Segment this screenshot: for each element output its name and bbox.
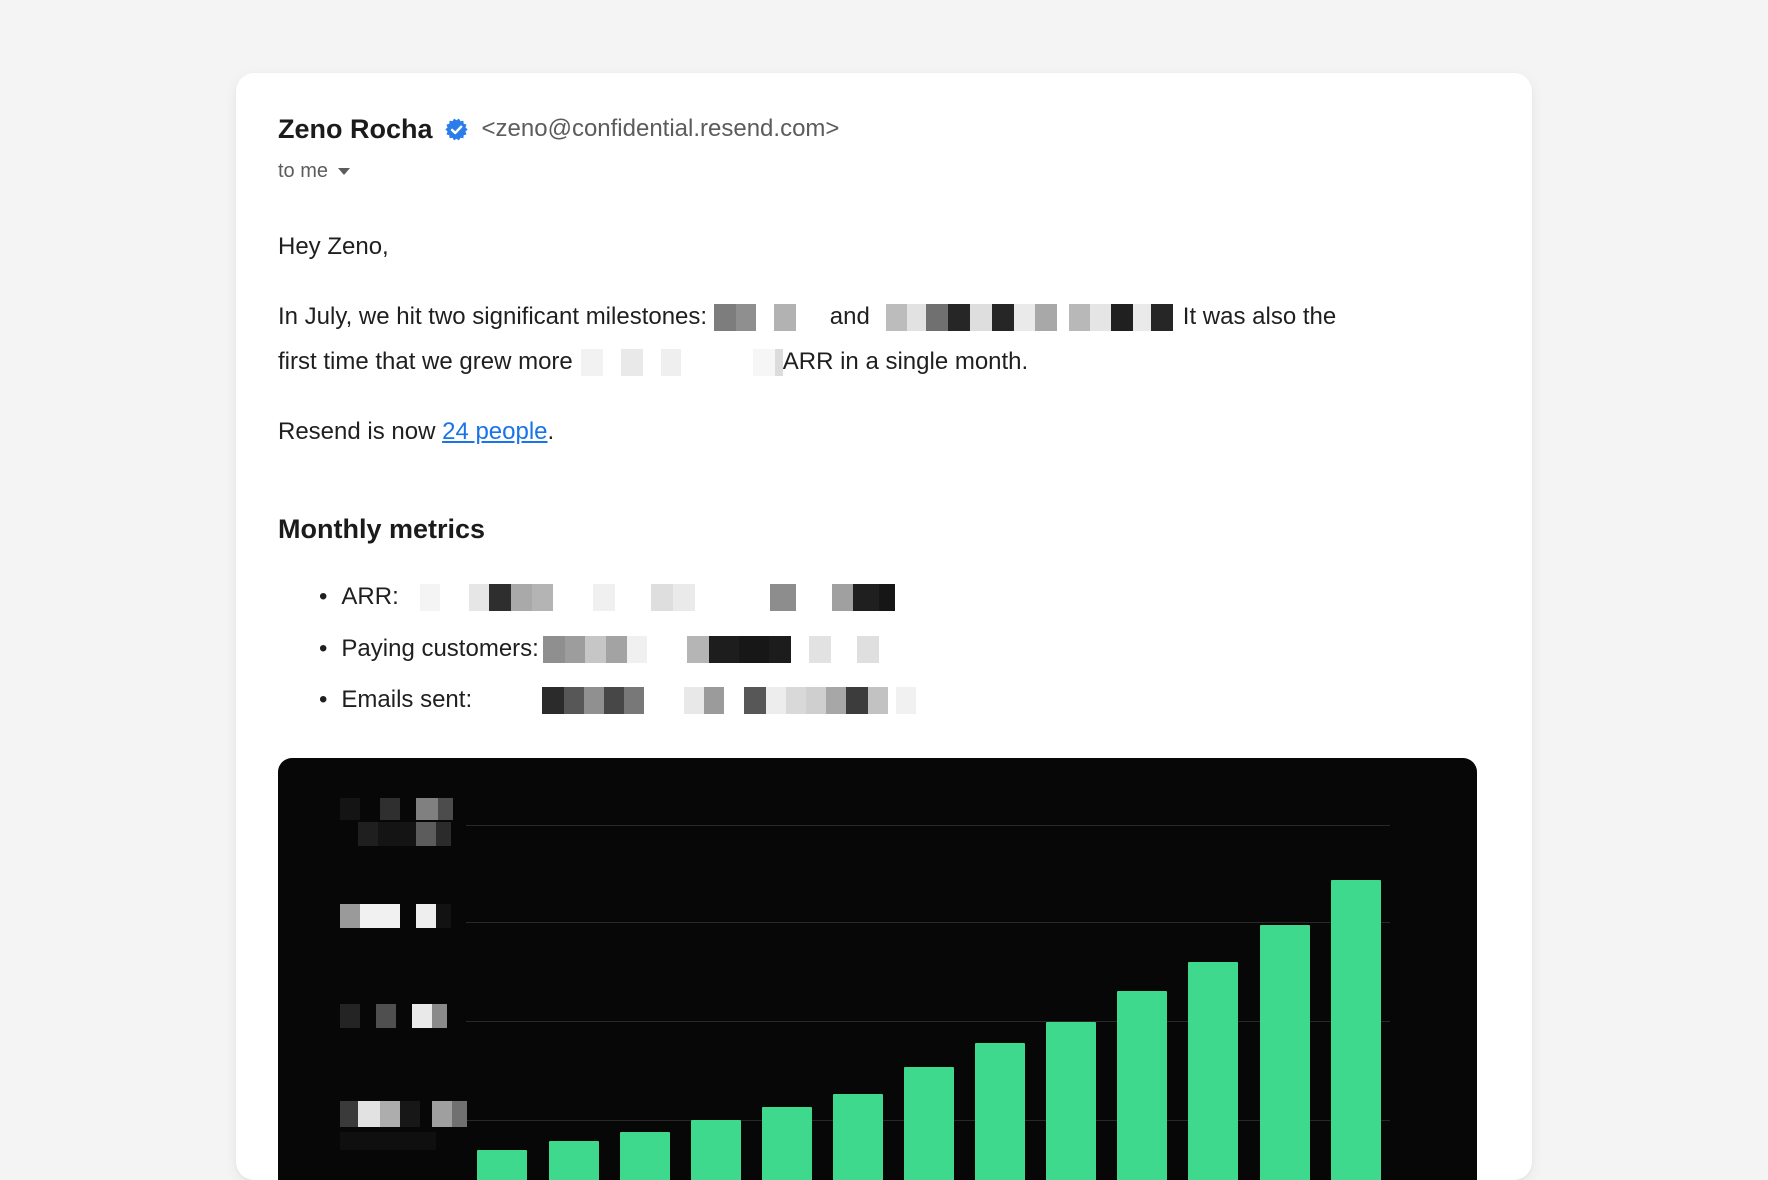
chart-bar xyxy=(1046,1022,1096,1180)
verified-badge-icon xyxy=(445,118,468,141)
metric-item-emails-sent: • Emails sent: xyxy=(319,684,916,716)
chart-bar xyxy=(1188,962,1238,1180)
body-text: first time that we grew more xyxy=(278,348,573,376)
redacted-text-block xyxy=(472,687,916,714)
chart-gridline xyxy=(466,1021,1390,1022)
redacted-axis-label xyxy=(340,1132,436,1150)
chart-bar xyxy=(549,1141,599,1180)
sender-name: Zeno Rocha xyxy=(278,114,433,145)
metric-item-arr: • ARR: xyxy=(319,581,895,613)
bullet-icon: • xyxy=(319,583,327,611)
chart-bar xyxy=(833,1094,883,1180)
metrics-heading: Monthly metrics xyxy=(278,513,485,545)
metric-label: Emails sent: xyxy=(341,686,472,714)
paragraph-line-1: In July, we hit two significant mileston… xyxy=(278,301,1336,333)
redacted-axis-label xyxy=(340,798,453,820)
chart-bar xyxy=(1260,925,1310,1180)
greeting-text: Hey Zeno, xyxy=(278,231,389,263)
paragraph-2: Resend is now 24 people. xyxy=(278,416,554,448)
people-count-link[interactable]: 24 people xyxy=(442,418,547,446)
body-text: ARR in a single month. xyxy=(783,348,1028,376)
metric-label: ARR: xyxy=(341,583,398,611)
chart-bar xyxy=(1117,991,1167,1180)
redacted-axis-label xyxy=(340,1101,467,1127)
redacted-text-block xyxy=(409,584,895,611)
recipient-label: to me xyxy=(278,160,328,183)
bullet-icon: • xyxy=(319,635,327,663)
chart-bar xyxy=(1331,880,1381,1180)
redacted-axis-label xyxy=(340,904,451,928)
metric-label: Paying customers: xyxy=(341,635,538,663)
body-text: and xyxy=(830,303,870,331)
chart-bar xyxy=(691,1120,741,1180)
body-text: It was also the xyxy=(1183,303,1336,331)
chart-bar xyxy=(975,1043,1025,1180)
recipient-row[interactable]: to me xyxy=(278,157,350,185)
bullet-icon: • xyxy=(319,686,327,714)
chart-bar xyxy=(477,1150,527,1180)
body-text: Resend is now xyxy=(278,418,442,446)
redacted-text-block xyxy=(714,304,796,331)
redacted-axis-label xyxy=(358,822,451,846)
redacted-text-block xyxy=(539,636,879,663)
sender-row: Zeno Rocha <zeno@confidential.resend.com… xyxy=(278,109,839,149)
body-text: In July, we hit two significant mileston… xyxy=(278,303,714,331)
redacted-text-block xyxy=(573,349,783,376)
body-text: . xyxy=(548,418,555,446)
metric-item-paying-customers: • Paying customers: xyxy=(319,633,879,665)
chart-bar xyxy=(762,1107,812,1180)
chart-bar xyxy=(620,1132,670,1180)
chevron-down-icon[interactable] xyxy=(338,168,350,175)
paragraph-line-2: first time that we grew more ARR in a si… xyxy=(278,346,1028,378)
bar-chart-panel xyxy=(278,758,1477,1180)
sender-address: <zeno@confidential.resend.com> xyxy=(482,115,840,143)
email-card: Zeno Rocha <zeno@confidential.resend.com… xyxy=(236,73,1532,1180)
chart-gridline xyxy=(466,825,1390,826)
redacted-axis-label xyxy=(340,1004,447,1028)
chart-bar xyxy=(904,1067,954,1180)
redacted-text-block xyxy=(886,304,1173,331)
chart-gridline xyxy=(466,922,1390,923)
